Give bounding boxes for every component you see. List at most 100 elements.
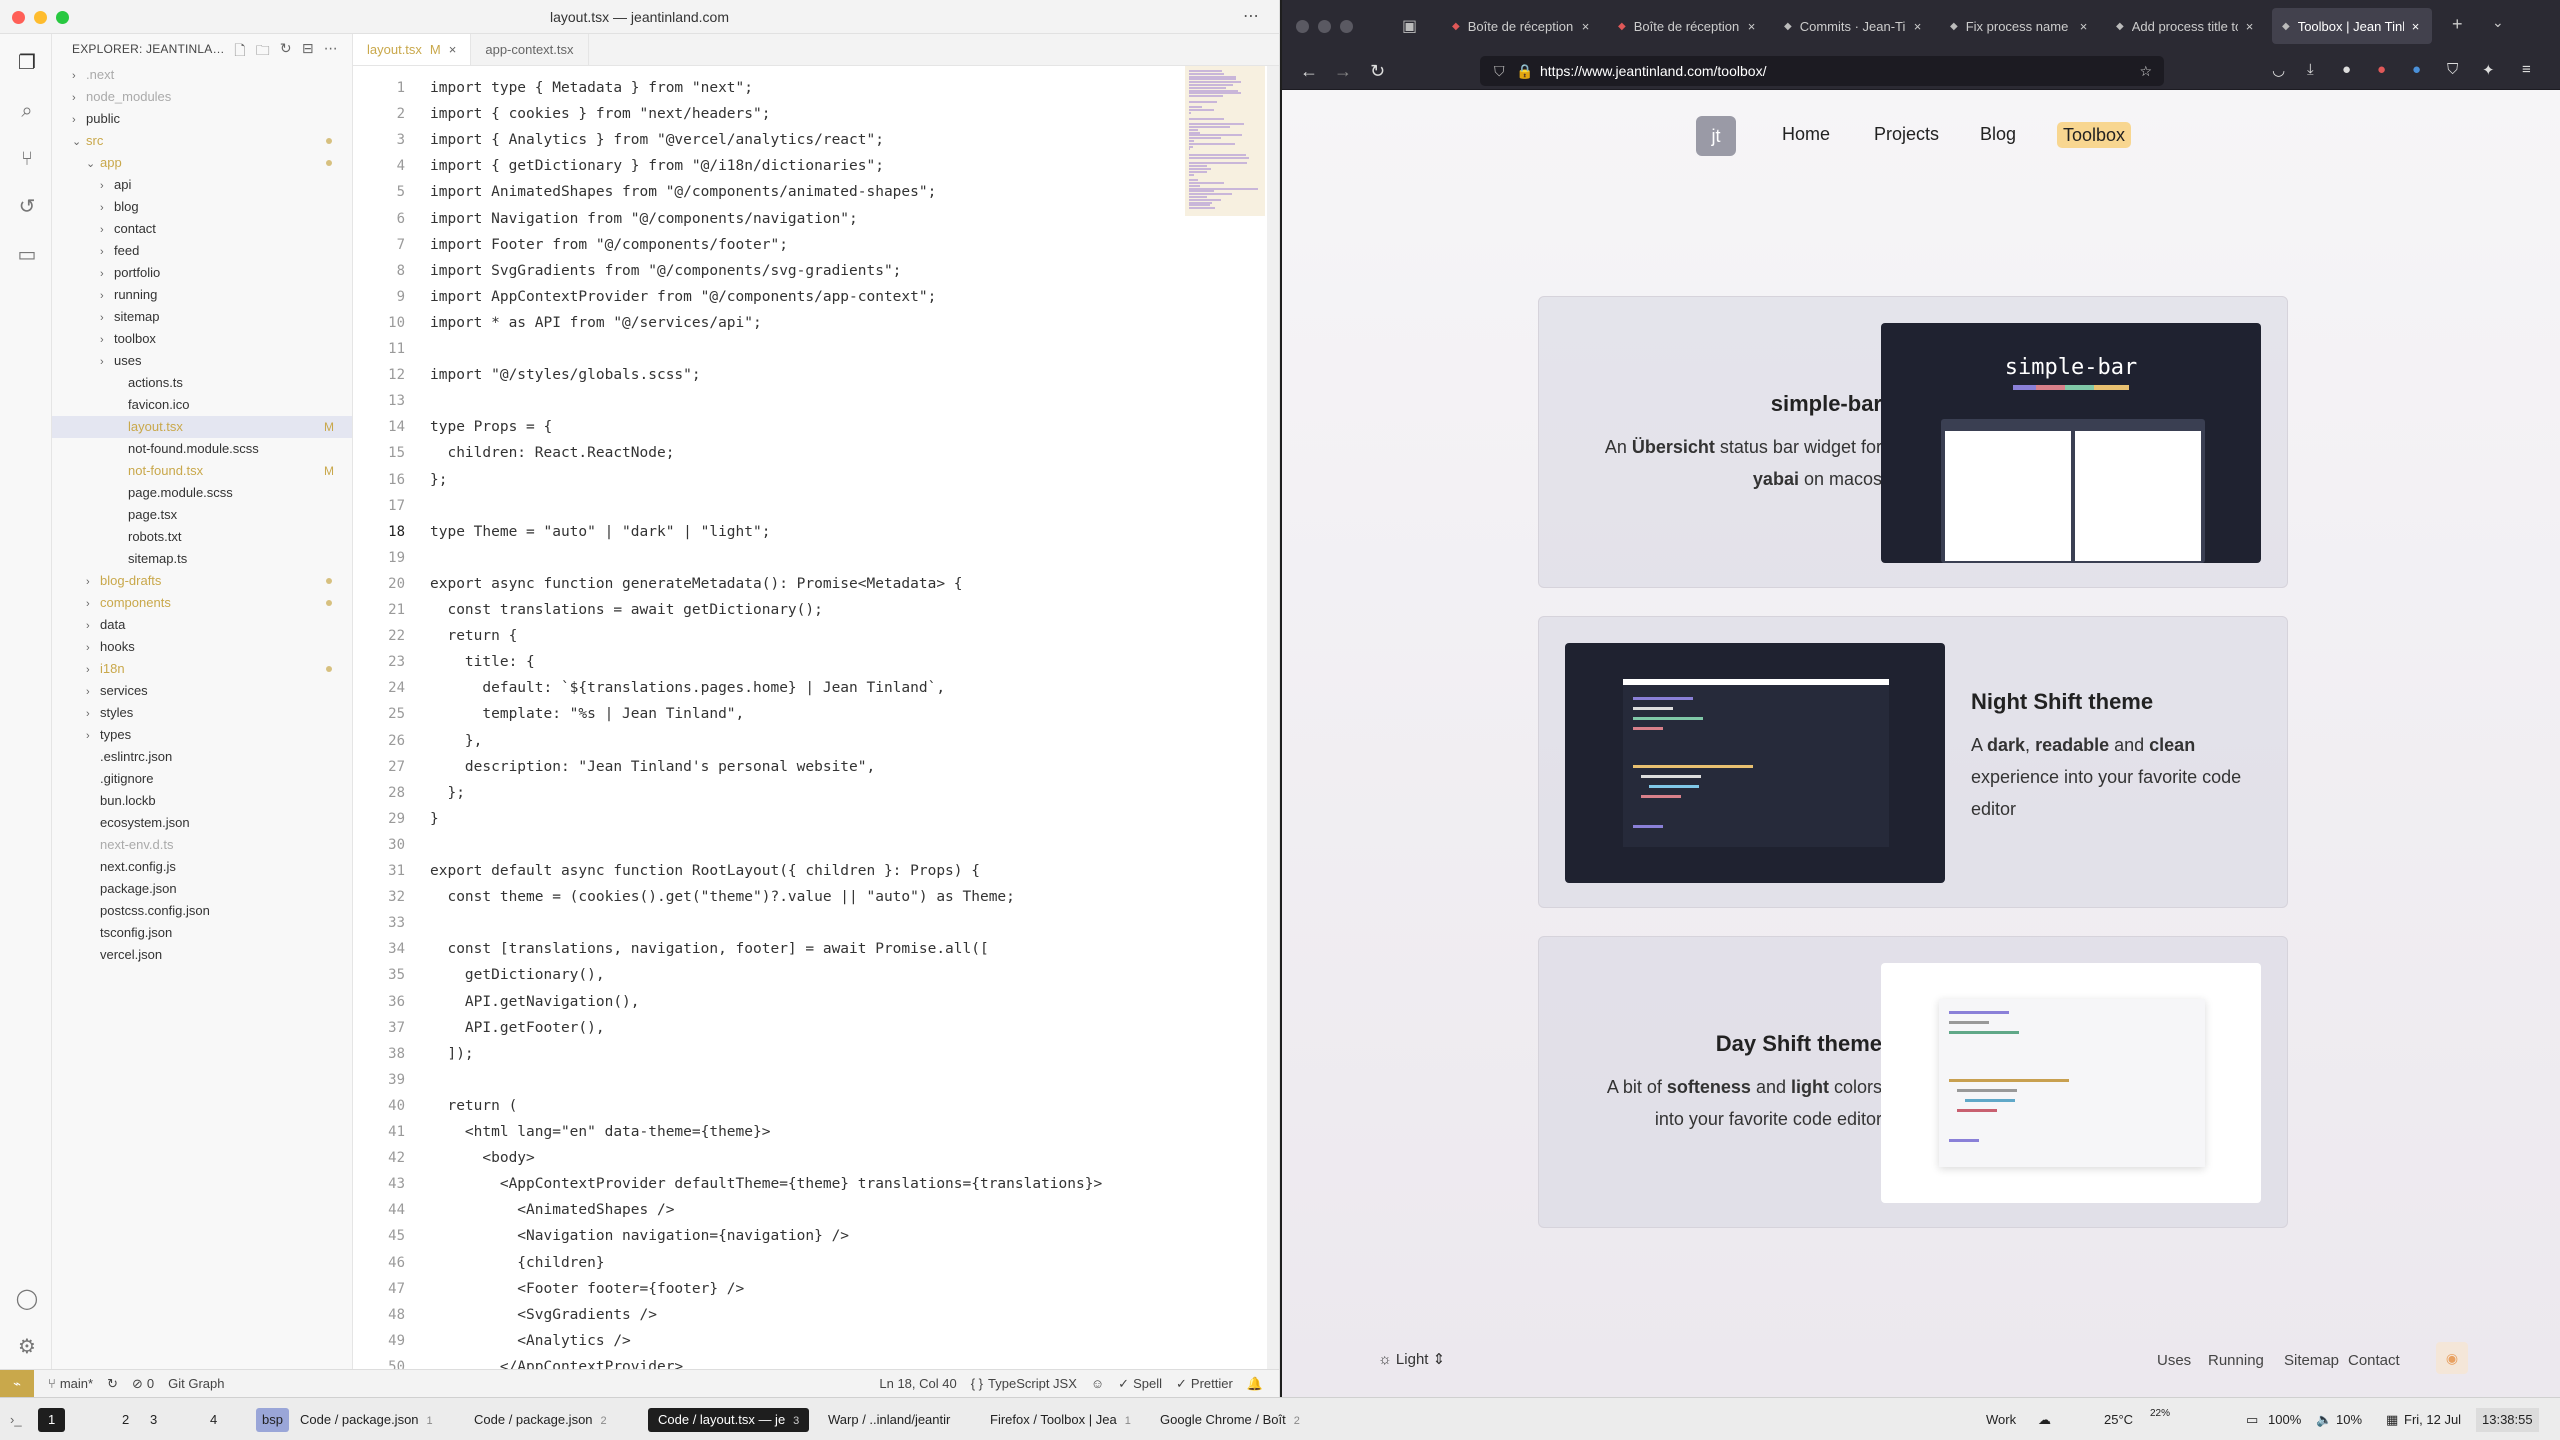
footer-link-sitemap[interactable]: Sitemap xyxy=(2284,1352,2339,1369)
tree-item[interactable]: ⌄ src xyxy=(52,130,352,152)
gear-icon[interactable]: ⚙ xyxy=(14,1334,40,1360)
minimize-window-button[interactable] xyxy=(1318,20,1331,33)
tree-item[interactable]: sitemap.ts xyxy=(52,548,352,570)
account-icon[interactable]: ◯ xyxy=(14,1286,40,1312)
tree-item[interactable]: › types xyxy=(52,724,352,746)
forward-icon[interactable]: → xyxy=(1334,61,1352,82)
dock-window-item[interactable]: Code / package.json 2 xyxy=(474,1408,607,1432)
dock-window-item[interactable]: Warp / ..inland/jeantir xyxy=(828,1408,950,1432)
tree-item[interactable]: › running xyxy=(52,284,352,306)
browser-tab[interactable]: ◆ Fix process name - J × xyxy=(1940,8,2100,44)
sync-icon[interactable]: ↻ xyxy=(107,1376,118,1392)
dock-window-item[interactable]: Code / layout.tsx — je 3 xyxy=(648,1408,810,1432)
pocket-icon[interactable]: ◡ xyxy=(2272,61,2285,79)
zoom-window-button[interactable] xyxy=(1340,20,1353,33)
browser-tab[interactable]: ◆ Commits · Jean-Tinl × xyxy=(1774,8,1934,44)
speaker-icon[interactable]: 🔈 xyxy=(2316,1408,2332,1432)
ellipsis-icon[interactable]: ⋯ xyxy=(324,40,338,64)
tree-item[interactable]: › feed xyxy=(52,240,352,262)
tree-item[interactable]: package.json xyxy=(52,878,352,900)
tree-item[interactable]: › public xyxy=(52,108,352,130)
nav-toolbox[interactable]: Toolbox xyxy=(2057,122,2132,148)
tree-item[interactable]: › api xyxy=(52,174,352,196)
tree-item[interactable]: favicon.ico xyxy=(52,394,352,416)
tree-item[interactable]: › blog xyxy=(52,196,352,218)
bell-icon[interactable]: 🔔 xyxy=(1247,1376,1263,1392)
extension-icon[interactable]: ● xyxy=(2377,61,2386,78)
zoom-window-button[interactable] xyxy=(56,11,69,24)
tree-item[interactable]: › components xyxy=(52,592,352,614)
space-4[interactable]: 4 xyxy=(210,1408,217,1432)
tree-item[interactable]: › uses xyxy=(52,350,352,372)
toolbox-card-night-shift[interactable]: Night Shift theme A dark, readable and c… xyxy=(1538,616,2288,908)
tree-item[interactable]: ecosystem.json xyxy=(52,812,352,834)
nav-home[interactable]: Home xyxy=(1782,124,1830,145)
layout-bsp[interactable]: bsp xyxy=(256,1408,289,1432)
browser-tab[interactable]: ◆ Add process title to × xyxy=(2106,8,2266,44)
tree-item[interactable]: actions.ts xyxy=(52,372,352,394)
rss-icon[interactable]: ◉ xyxy=(2436,1342,2468,1374)
tree-item[interactable]: postcss.config.json xyxy=(52,900,352,922)
tree-item[interactable]: › portfolio xyxy=(52,262,352,284)
editor-tab[interactable]: app-context.tsx xyxy=(471,34,589,65)
tree-item[interactable]: ⌄ app xyxy=(52,152,352,174)
toolbox-card-day-shift[interactable]: Day Shift theme A bit of softeness and l… xyxy=(1538,936,2288,1228)
tree-item[interactable]: › blog-drafts xyxy=(52,570,352,592)
copilot-icon[interactable]: ☺ xyxy=(1091,1376,1104,1391)
extension-icon[interactable]: ● xyxy=(2342,61,2351,78)
close-icon[interactable]: × xyxy=(449,42,457,57)
search-icon[interactable]: ⌕ xyxy=(14,98,40,124)
files-icon[interactable]: ❐ xyxy=(14,50,40,76)
space-1[interactable]: 1 xyxy=(38,1408,66,1432)
collapse-icon[interactable]: ⊟ xyxy=(302,40,314,64)
tree-item[interactable]: next-env.d.ts xyxy=(52,834,352,856)
chevron-down-icon[interactable]: ⌄ xyxy=(2492,14,2504,31)
tree-item[interactable]: page.tsx xyxy=(52,504,352,526)
url-text[interactable]: https://www.jeantinland.com/toolbox/ xyxy=(1540,63,1766,79)
close-icon[interactable]: × xyxy=(2246,19,2254,34)
tree-item[interactable]: robots.txt xyxy=(52,526,352,548)
browser-tab[interactable]: ◆ Boîte de réception (× xyxy=(1608,8,1768,44)
language-mode[interactable]: TypeScript JSX xyxy=(988,1376,1077,1391)
comments-icon[interactable]: ▭ xyxy=(14,242,40,268)
footer-link-contact[interactable]: Contact xyxy=(2348,1352,2400,1369)
tab-overview-icon[interactable]: ▣ xyxy=(1402,16,1417,36)
menu-icon[interactable]: ≡ xyxy=(2522,61,2531,78)
spell-status[interactable]: Spell xyxy=(1133,1376,1162,1391)
tree-item[interactable]: bun.lockb xyxy=(52,790,352,812)
bookmark-star-icon[interactable]: ☆ xyxy=(2139,63,2152,80)
footer-link-running[interactable]: Running xyxy=(2208,1352,2264,1369)
tree-item[interactable]: .eslintrc.json xyxy=(52,746,352,768)
timeline-icon[interactable]: ↺ xyxy=(14,194,40,220)
extension-icon[interactable]: ● xyxy=(2412,61,2421,78)
tree-item[interactable]: › data xyxy=(52,614,352,636)
url-bar[interactable]: ⛉ 🔒 https://www.jeantinland.com/toolbox/… xyxy=(1480,56,2164,86)
close-icon[interactable]: × xyxy=(2412,19,2420,34)
tree-item[interactable]: › hooks xyxy=(52,636,352,658)
dock-window-item[interactable]: Firefox / Toolbox | Jea 1 xyxy=(990,1408,1131,1432)
tree-item[interactable]: .gitignore xyxy=(52,768,352,790)
download-icon[interactable]: ⤓ xyxy=(2307,61,2314,78)
tree-item[interactable]: › contact xyxy=(52,218,352,240)
footer-link-uses[interactable]: Uses xyxy=(2157,1352,2191,1369)
back-icon[interactable]: ← xyxy=(1300,61,1318,82)
tree-item[interactable]: layout.tsx M xyxy=(52,416,352,438)
editor-tab[interactable]: layout.tsx M × xyxy=(353,34,472,65)
remote-icon[interactable]: ⌁ xyxy=(0,1369,34,1397)
more-icon[interactable]: ⋯ xyxy=(1243,6,1259,26)
new-tab-icon[interactable]: + xyxy=(2452,14,2463,35)
tree-item[interactable]: › sitemap xyxy=(52,306,352,328)
browser-tab[interactable]: ◆ Boîte de réception - × xyxy=(1442,8,1602,44)
refresh-icon[interactable]: ↻ xyxy=(280,40,292,64)
cursor-position[interactable]: Ln 18, Col 40 xyxy=(879,1376,956,1391)
minimap[interactable] xyxy=(1185,66,1265,216)
close-icon[interactable]: × xyxy=(1748,19,1756,34)
tree-item[interactable]: vercel.json xyxy=(52,944,352,966)
tree-item[interactable]: page.module.scss xyxy=(52,482,352,504)
shield-icon[interactable]: ⛉ xyxy=(1494,63,1505,80)
reload-icon[interactable]: ↻ xyxy=(1370,61,1385,82)
tree-item[interactable]: not-found.module.scss xyxy=(52,438,352,460)
git-branch[interactable]: main* xyxy=(60,1376,93,1391)
new-file-icon[interactable]: 🗋 xyxy=(234,40,245,64)
close-icon[interactable]: × xyxy=(1914,19,1922,34)
